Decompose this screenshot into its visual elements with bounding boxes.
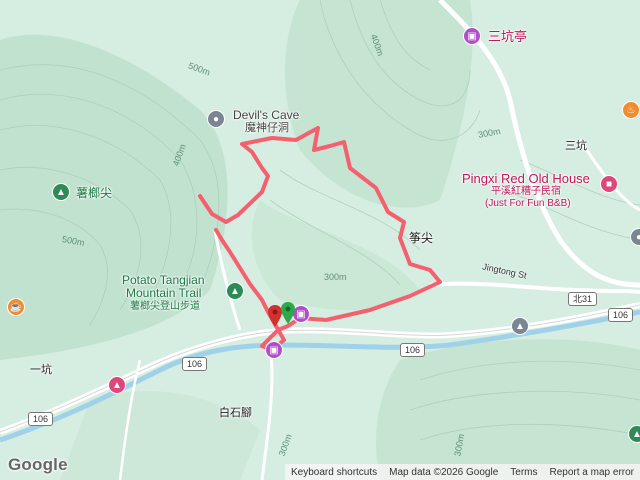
- contour-label: 300m: [324, 272, 347, 282]
- terrain-layer: [0, 0, 640, 480]
- pingxi-sub-label: (Just For Fun B&B): [485, 198, 571, 209]
- school-icon[interactable]: ▲: [511, 317, 529, 335]
- road-shield-bei31: 北31: [568, 292, 598, 306]
- map-canvas[interactable]: 400m 500m 400m 300m 500m 300m 300m 300m …: [0, 0, 640, 480]
- devils-cave-label-zh: 魔神仔洞: [245, 122, 289, 134]
- road-shield-106: 106: [182, 357, 208, 371]
- park-icon[interactable]: ▲: [628, 425, 640, 443]
- cafe-icon[interactable]: ☕: [7, 298, 25, 316]
- sankeng-pavilion-label[interactable]: 三坑亭: [488, 30, 527, 43]
- landmark-icon[interactable]: ●: [207, 110, 225, 128]
- road-shield-106: 106: [28, 412, 54, 426]
- attribution-bar: Keyboard shortcuts Map data ©2026 Google…: [284, 464, 640, 480]
- devils-cave-label-en[interactable]: Devil's Cave: [233, 109, 299, 121]
- road-shield-106: 106: [400, 343, 426, 357]
- google-logo: Google: [8, 455, 68, 474]
- potato-mountain-label[interactable]: 薯榔尖: [76, 187, 112, 200]
- end-marker-icon[interactable]: [268, 305, 282, 327]
- hotel-icon[interactable]: ■: [600, 175, 618, 193]
- pingxi-red-old-house-label[interactable]: Pingxi Red Old House: [462, 172, 590, 185]
- baishijiao-place-label: 白石腳: [219, 407, 252, 419]
- restaurant-icon[interactable]: ♨: [622, 101, 640, 119]
- temple-icon[interactable]: ▲: [108, 376, 126, 394]
- start-marker-icon[interactable]: [281, 302, 295, 324]
- keyboard-shortcuts-link[interactable]: Keyboard shortcuts: [285, 467, 383, 478]
- zhengjian-label: 筝尖: [409, 231, 434, 245]
- trail-icon[interactable]: ▲: [226, 282, 244, 300]
- map-data-text: Map data ©2026 Google: [389, 466, 499, 478]
- pingxi-zh-label: 平溪紅糟子民宿: [491, 186, 561, 197]
- yikeng-place-label: 一坑: [30, 364, 52, 376]
- attraction-icon[interactable]: ▣: [265, 341, 283, 359]
- report-error-link[interactable]: Report a map error: [544, 467, 640, 478]
- sankeng-place-label: 三坑: [565, 140, 587, 152]
- potato-trail-label-2[interactable]: Mountain Trail: [126, 287, 201, 300]
- road-shield-106: 106: [608, 308, 634, 322]
- terms-link[interactable]: Terms: [504, 467, 543, 478]
- park-icon[interactable]: ▲: [52, 183, 70, 201]
- potato-trail-label-zh: 薯榔尖登山步道: [130, 301, 200, 312]
- attraction-icon[interactable]: ▣: [463, 27, 481, 45]
